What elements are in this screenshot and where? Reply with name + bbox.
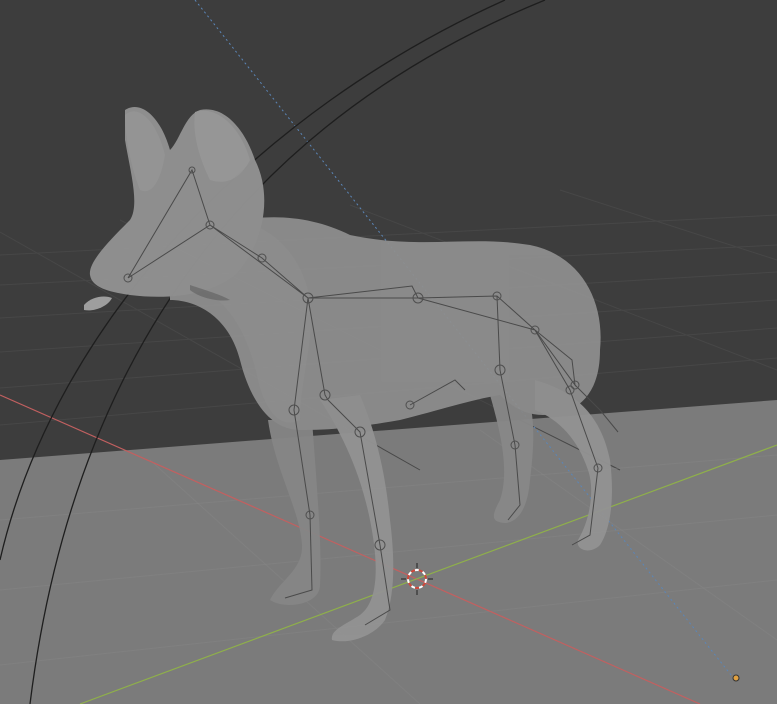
light-origin[interactable] — [732, 674, 740, 682]
viewport-scene[interactable] — [0, 0, 777, 704]
3d-viewport[interactable] — [0, 0, 777, 704]
